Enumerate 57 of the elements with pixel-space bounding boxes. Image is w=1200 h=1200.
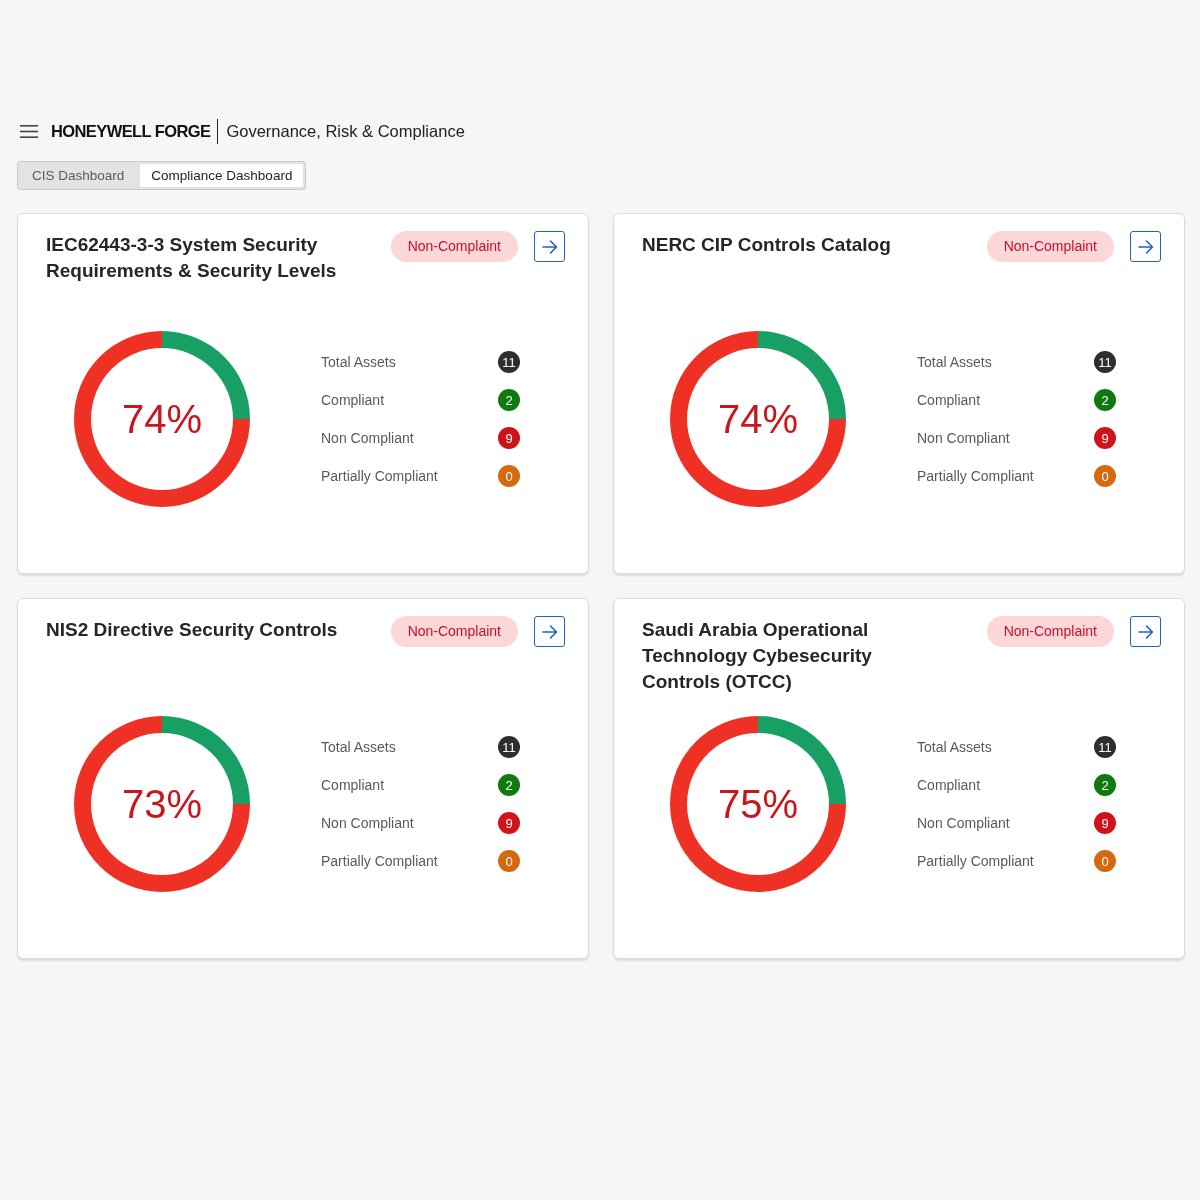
status-badge: Non-Complaint xyxy=(390,231,518,262)
count-badge: 11 xyxy=(1094,351,1116,373)
status-badge: Non-Complaint xyxy=(390,616,518,647)
app-title: Governance, Risk & Compliance xyxy=(226,121,465,141)
logo-text: HONEYWELL FORGE xyxy=(51,121,211,141)
count-badge: 0 xyxy=(1094,850,1116,872)
percent-value: 73% xyxy=(121,784,203,824)
arrow-right-icon xyxy=(1137,238,1154,255)
stat-label: Compliant xyxy=(321,777,386,793)
card-title: NERC CIP Controls Catalog xyxy=(642,233,891,257)
card-title: IEC62443-3-3 System Security Requirements & Security Levels xyxy=(46,233,338,283)
stat-label: Non Compliant xyxy=(917,815,1011,831)
count-badge: 0 xyxy=(1094,465,1116,487)
count-badge: 9 xyxy=(498,812,520,834)
card-title: Saudi Arabia Operational Technology Cybesecurity Controls (OTCC) xyxy=(642,618,873,694)
open-button[interactable] xyxy=(534,231,565,262)
tab[interactable]: CIS Dashboard xyxy=(20,164,137,187)
tab[interactable]: Compliance Dashboard xyxy=(140,164,304,187)
count-badge: 11 xyxy=(498,736,520,758)
count-badge: 2 xyxy=(498,389,520,411)
arrow-right-icon xyxy=(1137,623,1154,640)
stat-label: Total Assets xyxy=(321,354,397,370)
menu-icon[interactable] xyxy=(20,124,38,138)
count-badge: 11 xyxy=(498,351,520,373)
open-button[interactable] xyxy=(1130,231,1161,262)
count-badge: 0 xyxy=(498,850,520,872)
stat-label: Partially Compliant xyxy=(321,853,439,869)
stat-label: Partially Compliant xyxy=(917,853,1035,869)
count-badge: 9 xyxy=(498,427,520,449)
stat-label: Total Assets xyxy=(321,739,397,755)
stat-label: Total Assets xyxy=(917,354,993,370)
count-badge: 0 xyxy=(498,465,520,487)
open-button[interactable] xyxy=(1130,616,1161,647)
status-badge: Non-Complaint xyxy=(986,231,1114,262)
stat-label: Total Assets xyxy=(917,739,993,755)
card-title: NIS2 Directive Security Controls xyxy=(46,618,338,642)
stat-label: Compliant xyxy=(321,392,386,408)
stat-label: Non Compliant xyxy=(321,430,415,446)
count-badge: 2 xyxy=(1094,389,1116,411)
arrow-right-icon xyxy=(541,238,558,255)
stat-label: Non Compliant xyxy=(321,815,415,831)
open-button[interactable] xyxy=(534,616,565,647)
count-badge: 9 xyxy=(1094,812,1116,834)
status-badge: Non-Complaint xyxy=(986,616,1114,647)
arrow-right-icon xyxy=(541,623,558,640)
stat-label: Partially Compliant xyxy=(321,468,439,484)
percent-value: 75% xyxy=(717,784,799,824)
stat-label: Partially Compliant xyxy=(917,468,1035,484)
percent-value: 74% xyxy=(121,399,203,439)
percent-value: 74% xyxy=(717,399,799,439)
count-badge: 2 xyxy=(498,774,520,796)
stat-label: Compliant xyxy=(917,777,982,793)
stat-label: Non Compliant xyxy=(917,430,1011,446)
stat-label: Compliant xyxy=(917,392,982,408)
count-badge: 11 xyxy=(1094,736,1116,758)
count-badge: 2 xyxy=(1094,774,1116,796)
count-badge: 9 xyxy=(1094,427,1116,449)
